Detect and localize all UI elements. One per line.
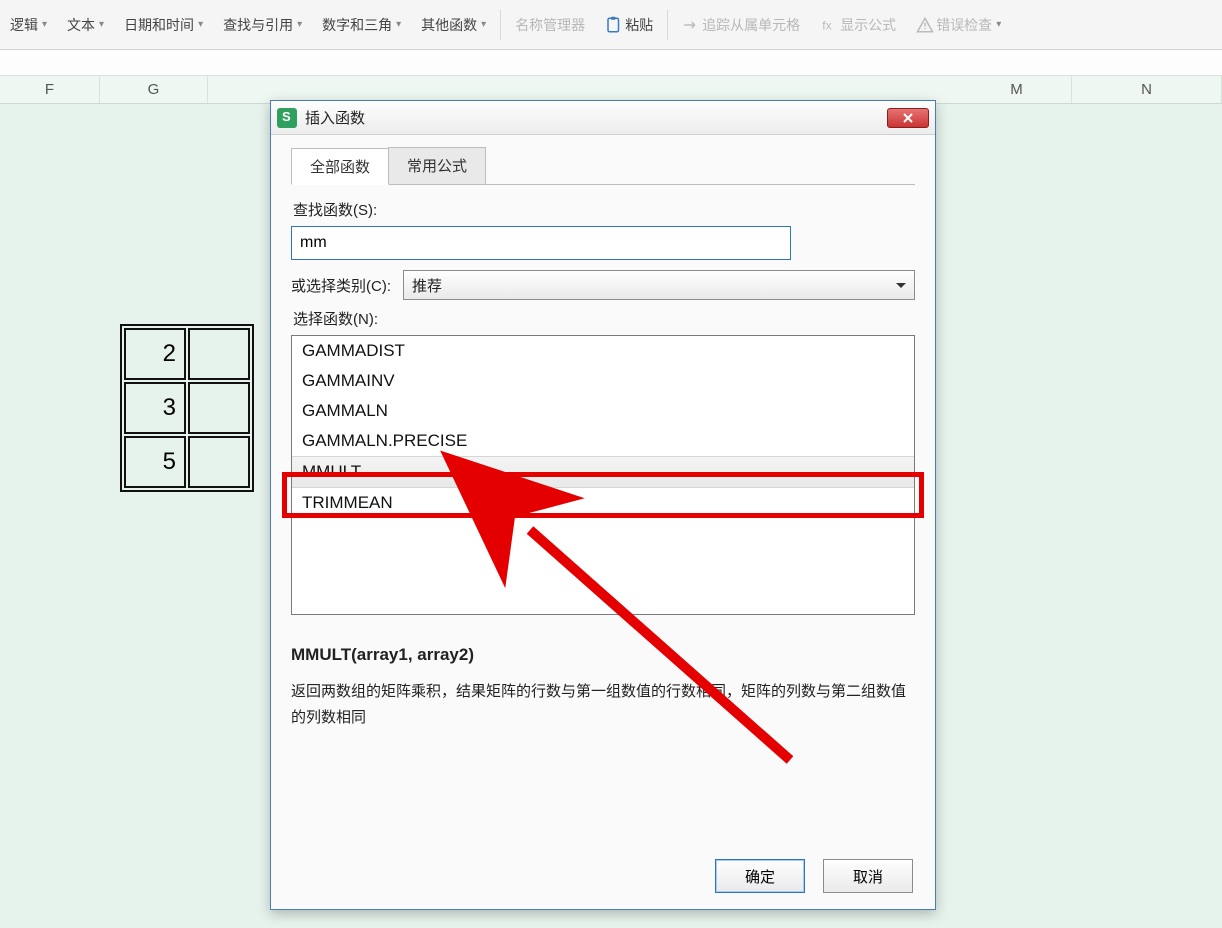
col-header-F[interactable]: F <box>0 76 100 103</box>
ok-button[interactable]: 确定 <box>715 859 805 893</box>
list-item[interactable]: GAMMADIST <box>292 336 914 366</box>
function-listbox[interactable]: GAMMADIST GAMMAINV GAMMALN GAMMALN.PRECI… <box>291 335 915 615</box>
search-function-input[interactable] <box>291 226 791 260</box>
cancel-button[interactable]: 取消 <box>823 859 913 893</box>
cell[interactable]: 2 <box>124 328 186 380</box>
function-signature: MMULT(array1, array2) <box>291 645 915 665</box>
formula-icon: fx <box>820 16 838 34</box>
svg-text:fx: fx <box>822 18 831 32</box>
function-description: 返回两数组的矩阵乘积，结果矩阵的行数与第一组数值的行数相同，矩阵的列数与第二组数… <box>291 679 915 730</box>
dialog-tabs: 全部函数 常用公式 <box>291 147 915 185</box>
dialog-titlebar[interactable]: 插入函数 <box>271 101 935 135</box>
warning-icon <box>916 16 934 34</box>
sample-table: 2 3 5 <box>120 324 254 492</box>
cell[interactable]: 5 <box>124 436 186 488</box>
search-label: 查找函数(S): <box>293 199 915 220</box>
col-header-G[interactable]: G <box>100 76 208 103</box>
list-item[interactable]: GAMMALN.PRECISE <box>292 426 914 456</box>
chevron-down-icon: ▾ <box>996 19 1001 30</box>
ribbon-datetime[interactable]: 日期和时间▾ <box>118 11 209 39</box>
insert-function-dialog: 插入函数 全部函数 常用公式 查找函数(S): 或选择类别(C): 推荐 选择函… <box>270 100 936 910</box>
ribbon-lookup[interactable]: 查找与引用▾ <box>217 11 308 39</box>
category-label: 或选择类别(C): <box>291 275 391 296</box>
trace-icon <box>682 16 700 34</box>
chevron-down-icon: ▾ <box>481 19 486 30</box>
chevron-down-icon: ▾ <box>297 19 302 30</box>
cell[interactable] <box>188 382 250 434</box>
table-row: 3 <box>124 382 250 434</box>
table-row: 5 <box>124 436 250 488</box>
chevron-down-icon: ▾ <box>42 19 47 30</box>
col-header-N[interactable]: N <box>1072 76 1222 103</box>
function-list-label: 选择函数(N): <box>293 308 915 329</box>
ribbon-other[interactable]: 其他函数▾ <box>415 11 492 39</box>
ribbon-logic[interactable]: 逻辑▾ <box>4 11 53 39</box>
list-item[interactable]: GAMMALN <box>292 396 914 426</box>
category-select[interactable]: 推荐 <box>403 270 915 300</box>
close-button[interactable] <box>887 108 929 128</box>
list-item[interactable]: TRIMMEAN <box>292 488 914 518</box>
dialog-title: 插入函数 <box>305 107 365 128</box>
paste-icon <box>605 16 623 34</box>
chevron-down-icon: ▾ <box>99 19 104 30</box>
ribbon-error-check: 错误检查▾ <box>910 11 1007 39</box>
col-header-M[interactable]: M <box>962 76 1072 103</box>
cell[interactable] <box>188 436 250 488</box>
table-row: 2 <box>124 328 250 380</box>
formula-bar-area <box>0 50 1222 76</box>
divider <box>500 10 501 40</box>
ribbon-show-formula: fx 显示公式 <box>814 11 902 39</box>
chevron-down-icon: ▾ <box>396 19 401 30</box>
close-icon <box>902 112 914 124</box>
divider <box>667 10 668 40</box>
list-item-selected[interactable]: MMULT <box>292 456 914 488</box>
cell[interactable]: 3 <box>124 382 186 434</box>
list-item[interactable]: GAMMAINV <box>292 366 914 396</box>
tab-common-formulas[interactable]: 常用公式 <box>388 147 486 184</box>
ribbon-text[interactable]: 文本▾ <box>61 11 110 39</box>
ribbon-trace: 追踪从属单元格 <box>676 11 806 39</box>
ribbon-name-manager: 名称管理器 <box>509 11 591 39</box>
ribbon-toolbar: 逻辑▾ 文本▾ 日期和时间▾ 查找与引用▾ 数字和三角▾ 其他函数▾ 名称管理器… <box>0 0 1222 50</box>
cell[interactable] <box>188 328 250 380</box>
tab-all-functions[interactable]: 全部函数 <box>291 148 389 185</box>
app-icon <box>277 108 297 128</box>
ribbon-math[interactable]: 数字和三角▾ <box>316 11 407 39</box>
chevron-down-icon: ▾ <box>198 19 203 30</box>
ribbon-paste[interactable]: 粘贴 <box>599 11 659 39</box>
